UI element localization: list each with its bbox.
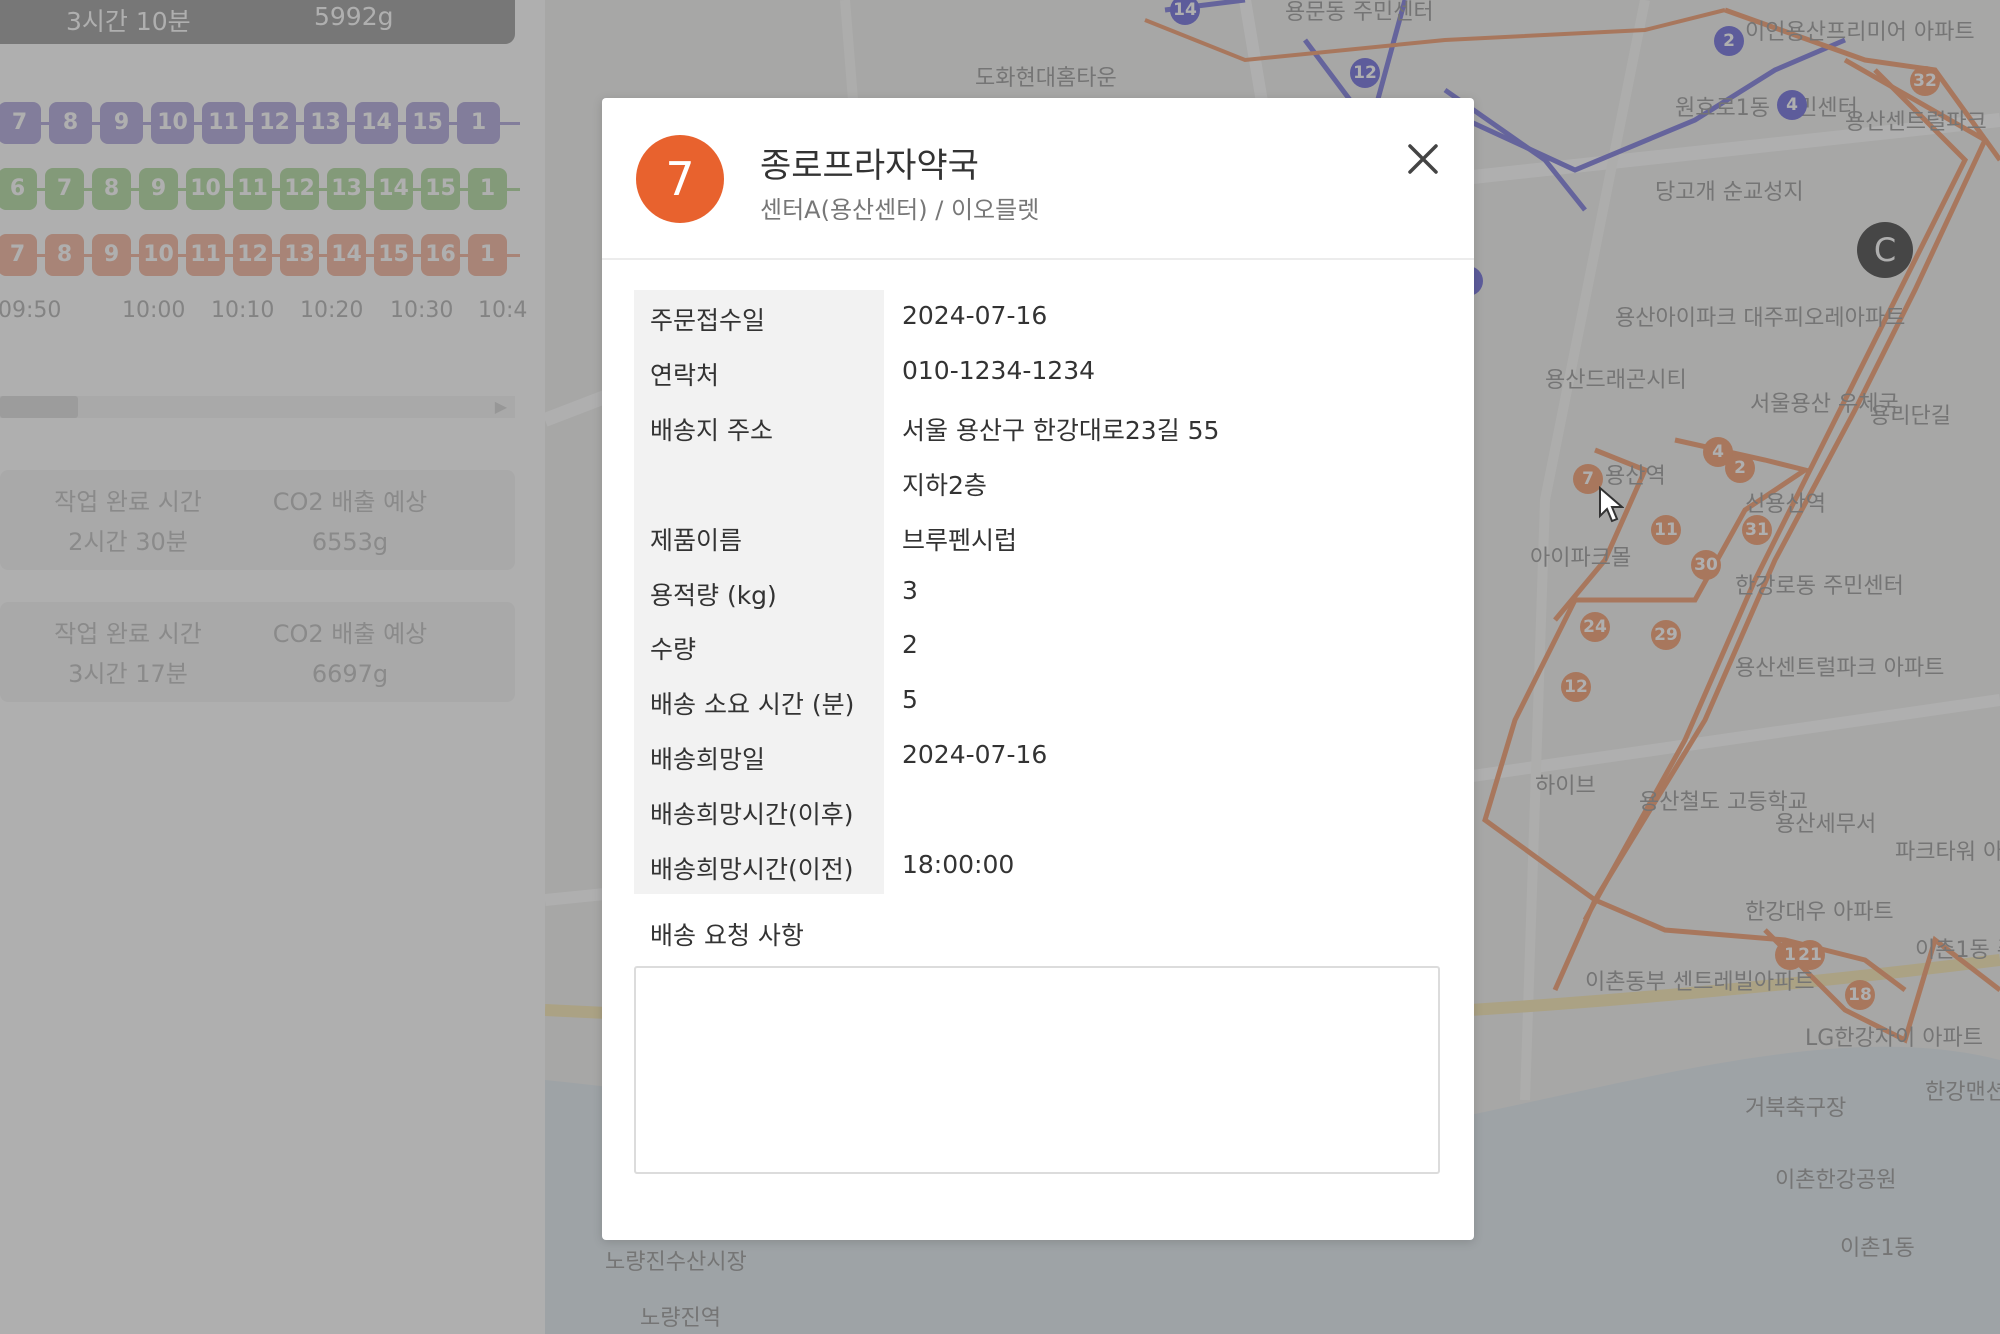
delivery-detail-modal: 7 종로프라자약국 센터A(용산센터) / 이오믈렛 주문접수일 2024-07-… — [602, 98, 1474, 1240]
info-row: 배송지 주소 서울 용산구 한강대로23길 55 — [634, 400, 1442, 454]
info-label: 배송지 주소 — [650, 416, 773, 445]
info-value: 3 — [902, 576, 918, 605]
info-value: 5 — [902, 685, 918, 714]
info-value: 18:00:00 — [902, 850, 1015, 879]
stop-number-badge: 7 — [636, 135, 724, 223]
info-label: 배송희망시간(이후) — [650, 800, 854, 829]
info-row: 연락처 010-1234-1234 — [634, 345, 1442, 399]
delivery-request-label: 배송 요청 사항 — [650, 921, 804, 950]
modal-title: 종로프라자약국 — [760, 146, 979, 186]
info-label: 수량 — [650, 635, 697, 664]
info-value: 브루펜시럽 — [902, 526, 1018, 555]
info-row: 수량 2 — [634, 619, 1442, 673]
info-label: 용적량 (kg) — [650, 581, 777, 610]
info-label: 주문접수일 — [650, 306, 766, 335]
modal-subtitle: 센터A(용산센터) / 이오믈렛 — [760, 196, 1040, 224]
close-button[interactable] — [1400, 136, 1446, 182]
delivery-request-textarea[interactable] — [634, 966, 1440, 1174]
info-value: 010-1234-1234 — [902, 356, 1096, 385]
mouse-cursor-icon — [1599, 486, 1624, 523]
info-row: 용적량 (kg) 3 — [634, 565, 1442, 619]
info-row: 배송희망시간(이후) — [634, 784, 1442, 838]
info-row: 배송 소요 시간 (분) 5 — [634, 674, 1442, 728]
info-row: 주문접수일 2024-07-16 — [634, 290, 1442, 344]
info-row: 지하2층 — [634, 455, 1442, 509]
info-label: 배송희망시간(이전) — [650, 855, 854, 884]
info-row: 제품이름 브루펜시럽 — [634, 510, 1442, 564]
modal-header: 7 종로프라자약국 센터A(용산센터) / 이오믈렛 — [602, 98, 1474, 260]
info-value: 서울 용산구 한강대로23길 55 — [902, 416, 1220, 445]
info-value: 2024-07-16 — [902, 740, 1048, 769]
info-row: 배송희망일 2024-07-16 — [634, 729, 1442, 783]
info-label: 연락처 — [650, 361, 720, 390]
info-row: 배송희망시간(이전) 18:00:00 — [634, 839, 1442, 893]
close-icon[interactable] — [1400, 136, 1446, 182]
info-value: 지하2층 — [902, 471, 987, 500]
info-label: 제품이름 — [650, 526, 743, 555]
info-value: 2024-07-16 — [902, 301, 1048, 330]
info-label: 배송희망일 — [650, 745, 766, 774]
info-value: 2 — [902, 630, 918, 659]
info-label: 배송 소요 시간 (분) — [650, 690, 855, 719]
